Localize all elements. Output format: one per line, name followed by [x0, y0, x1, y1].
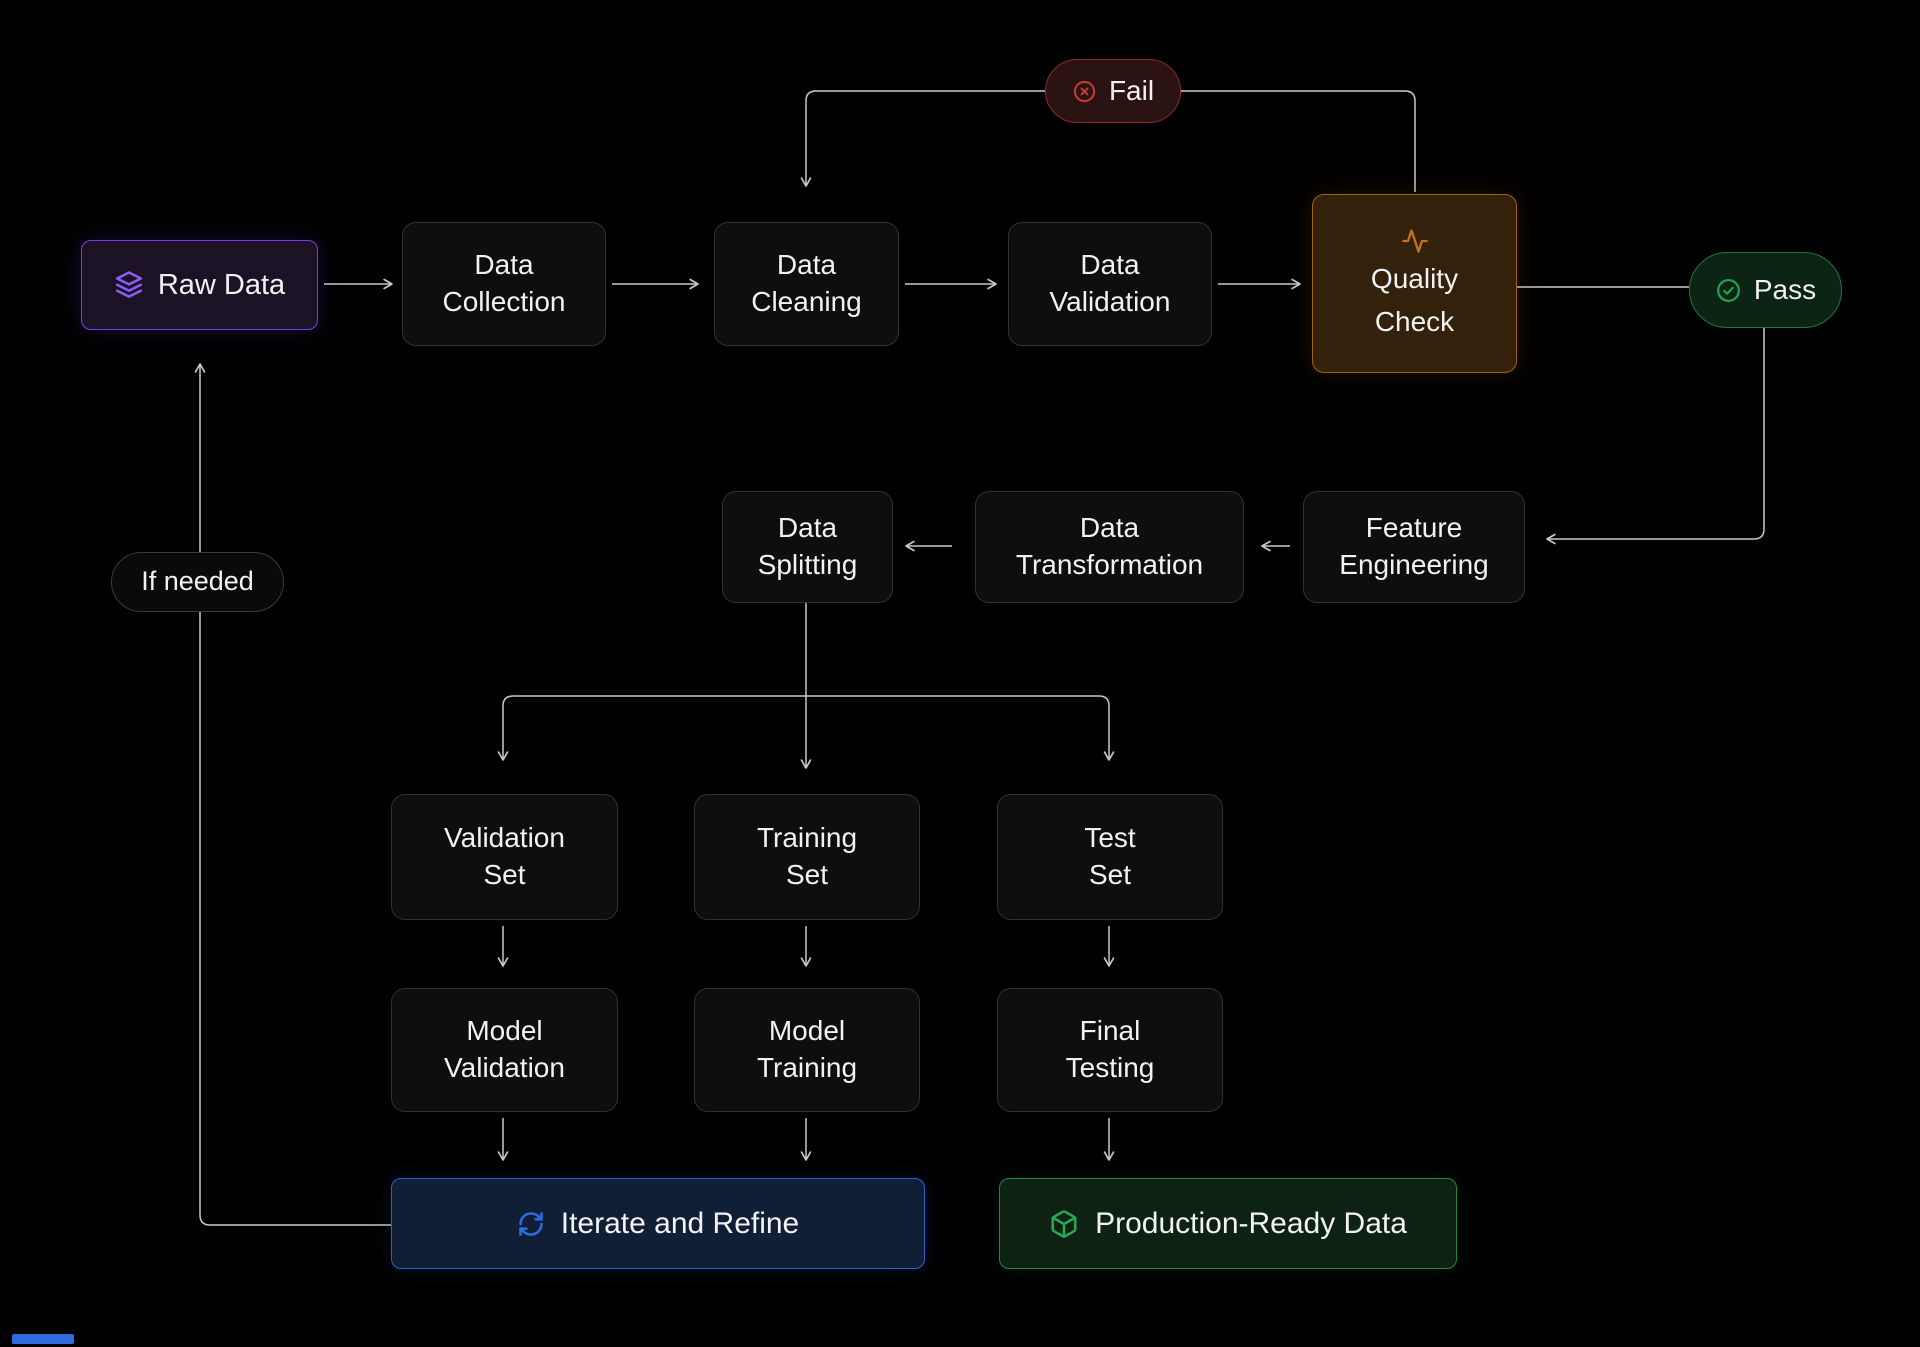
- node-label: Data: [474, 247, 533, 284]
- edge-label-fail[interactable]: Fail: [1045, 59, 1181, 123]
- check-circle-icon: [1715, 277, 1742, 304]
- node-label: Set: [483, 857, 525, 894]
- node-label: Testing: [1066, 1050, 1155, 1087]
- edge-label-if-needed[interactable]: If needed: [111, 552, 284, 612]
- node-label: Training: [757, 820, 857, 857]
- refresh-icon: [517, 1210, 545, 1238]
- node-label: Collection: [443, 284, 566, 321]
- node-test-set[interactable]: Test Set: [997, 794, 1223, 920]
- edge-label-text: Fail: [1109, 73, 1154, 110]
- node-iterate-and-refine[interactable]: Iterate and Refine: [391, 1178, 925, 1269]
- node-label: Final: [1080, 1013, 1141, 1050]
- node-label: Test: [1084, 820, 1135, 857]
- node-data-cleaning[interactable]: Data Cleaning: [714, 222, 899, 346]
- node-production-ready-data[interactable]: Production-Ready Data: [999, 1178, 1457, 1269]
- node-training-set[interactable]: Training Set: [694, 794, 920, 920]
- node-label: Iterate and Refine: [561, 1204, 800, 1244]
- node-label: Model: [466, 1013, 542, 1050]
- activity-icon: [1401, 227, 1429, 255]
- edge-label-text: Pass: [1754, 272, 1816, 309]
- node-final-testing[interactable]: Final Testing: [997, 988, 1223, 1112]
- node-model-training[interactable]: Model Training: [694, 988, 920, 1112]
- node-label: Quality: [1371, 261, 1458, 298]
- node-label: Validation: [444, 820, 565, 857]
- node-label: Data: [778, 510, 837, 547]
- node-label: Engineering: [1339, 547, 1488, 584]
- node-validation-set[interactable]: Validation Set: [391, 794, 618, 920]
- node-label: Validation: [1050, 284, 1171, 321]
- node-label: Transformation: [1016, 547, 1203, 584]
- node-label: Validation: [444, 1050, 565, 1087]
- node-label: Check: [1375, 304, 1454, 341]
- node-label: Raw Data: [158, 266, 285, 304]
- edge-label-text: If needed: [141, 564, 254, 600]
- x-circle-icon: [1072, 79, 1097, 104]
- node-raw-data[interactable]: Raw Data: [81, 240, 318, 330]
- bottom-blue-bar: [12, 1334, 74, 1344]
- node-label: Data: [1080, 510, 1139, 547]
- layers-icon: [114, 270, 144, 300]
- package-icon: [1049, 1209, 1079, 1239]
- node-label: Set: [786, 857, 828, 894]
- node-label: Model: [769, 1013, 845, 1050]
- node-label: Training: [757, 1050, 857, 1087]
- node-data-transformation[interactable]: Data Transformation: [975, 491, 1244, 603]
- node-data-validation[interactable]: Data Validation: [1008, 222, 1212, 346]
- node-model-validation[interactable]: Model Validation: [391, 988, 618, 1112]
- node-label: Data: [777, 247, 836, 284]
- node-label: Cleaning: [751, 284, 862, 321]
- node-label: Set: [1089, 857, 1131, 894]
- node-label: Production-Ready Data: [1095, 1204, 1407, 1244]
- node-data-splitting[interactable]: Data Splitting: [722, 491, 893, 603]
- node-data-collection[interactable]: Data Collection: [402, 222, 606, 346]
- connector-layer: [0, 0, 1920, 1347]
- edge-label-pass[interactable]: Pass: [1689, 252, 1842, 328]
- node-feature-engineering[interactable]: Feature Engineering: [1303, 491, 1525, 603]
- node-quality-check[interactable]: Quality Check: [1312, 194, 1517, 373]
- node-label: Splitting: [758, 547, 858, 584]
- node-label: Feature: [1366, 510, 1463, 547]
- node-label: Data: [1080, 247, 1139, 284]
